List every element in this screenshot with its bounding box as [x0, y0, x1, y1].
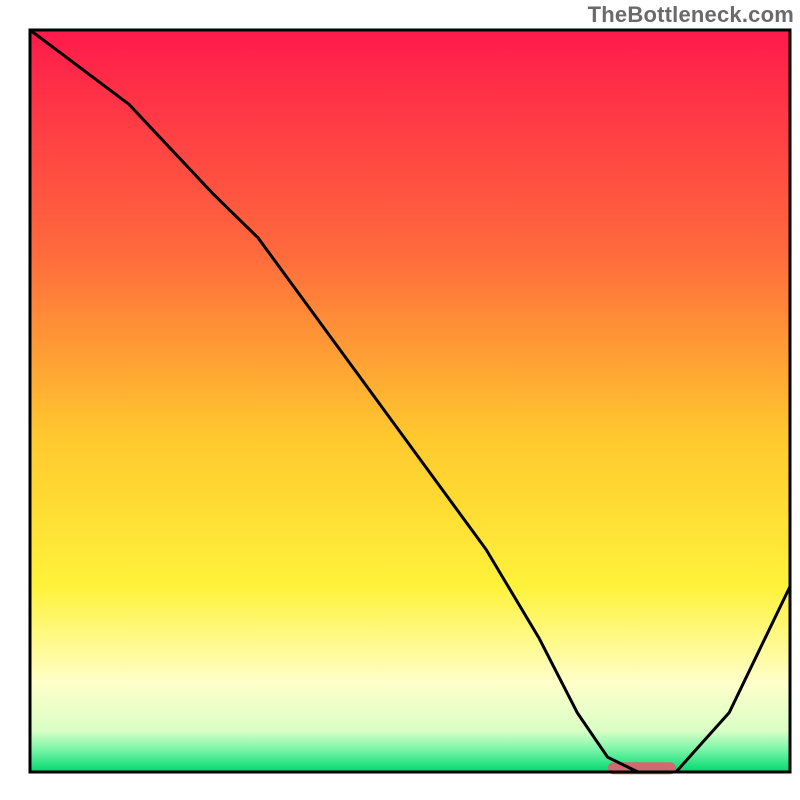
- watermark-label: TheBottleneck.com: [588, 2, 794, 28]
- chart-container: { "watermark": "TheBottleneck.com", "cha…: [0, 0, 800, 800]
- chart-background-gradient: [30, 30, 790, 772]
- bottleneck-chart: [0, 0, 800, 800]
